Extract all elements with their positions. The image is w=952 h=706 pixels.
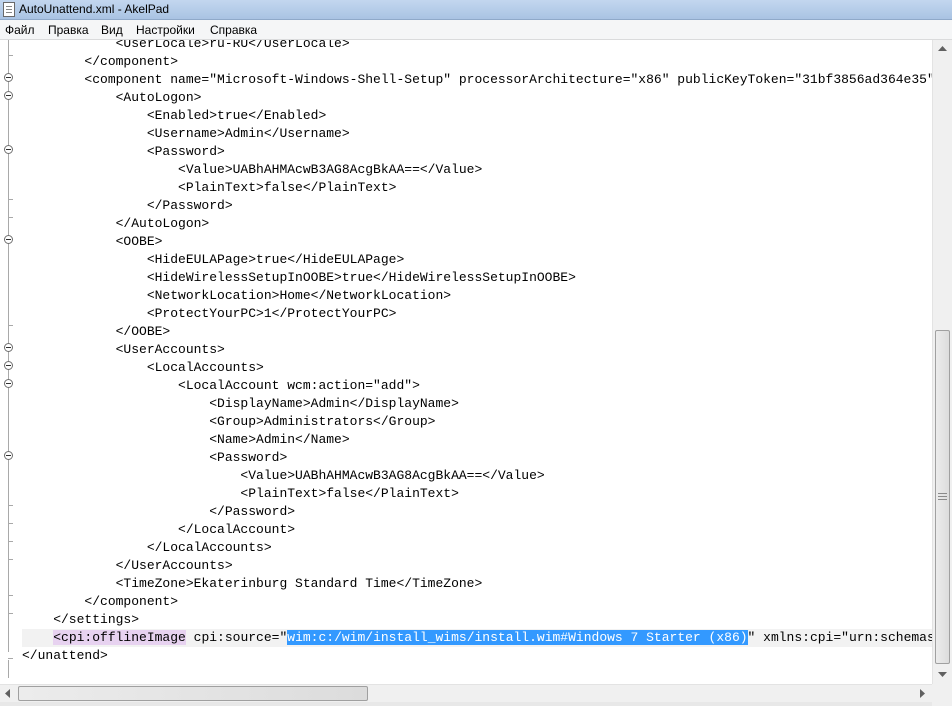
- code-line[interactable]: </OOBE>: [22, 323, 171, 341]
- code-line[interactable]: <ProtectYourPC>1</ProtectYourPC>: [22, 305, 397, 323]
- code-line[interactable]: <Name>Admin</Name>: [22, 431, 349, 449]
- fold-end-mark: [8, 541, 13, 542]
- code-line[interactable]: <DisplayName>Admin</DisplayName>: [22, 395, 459, 413]
- fold-toggle-icon[interactable]: [4, 235, 13, 244]
- code-line[interactable]: <Group>Administrators</Group>: [22, 413, 435, 431]
- highlighted-tag: <cpi:offlineImage: [53, 630, 186, 645]
- vertical-scrollbar[interactable]: [932, 40, 952, 684]
- selected-text: wim:c:/wim/install_wims/install.wim#Wind…: [287, 630, 748, 645]
- fold-toggle-icon[interactable]: [4, 91, 13, 100]
- code-line[interactable]: <LocalAccount wcm:action="add">: [22, 377, 420, 395]
- fold-margin: [0, 40, 20, 684]
- text-editor[interactable]: <UserLocale>ru-RU</UserLocale> </compone…: [0, 40, 932, 684]
- status-bar: [0, 702, 932, 706]
- menu-bar: Файл Правка Вид Настройки Справка: [0, 20, 952, 40]
- code-line[interactable]: </Password>: [22, 503, 295, 521]
- fold-end-mark: [8, 505, 13, 506]
- menu-edit[interactable]: Правка: [48, 23, 89, 37]
- code-line[interactable]: <PlainText>false</PlainText>: [22, 485, 458, 503]
- code-line[interactable]: <HideWirelessSetupInOOBE>true</HideWirel…: [22, 269, 576, 287]
- horizontal-scroll-thumb[interactable]: [18, 686, 368, 701]
- scroll-down-arrow-icon[interactable]: [938, 672, 947, 678]
- code-line[interactable]: <Password>: [22, 143, 225, 161]
- fold-end-mark: [8, 199, 13, 200]
- fold-toggle-icon[interactable]: [4, 451, 13, 460]
- code-line[interactable]: <Password>: [22, 449, 287, 467]
- scroll-up-arrow-icon[interactable]: [938, 46, 947, 52]
- fold-end-mark: [8, 559, 13, 560]
- vertical-scroll-thumb[interactable]: [935, 330, 950, 664]
- fold-toggle-icon[interactable]: [4, 361, 13, 370]
- code-line[interactable]: <TimeZone>Ekaterinburg Standard Time</Ti…: [22, 575, 483, 593]
- fold-toggle-icon[interactable]: [4, 73, 13, 82]
- fold-toggle-icon[interactable]: [4, 145, 13, 154]
- attribute-text: cpi:source=": [185, 630, 288, 645]
- akelpad-app-icon[interactable]: [3, 2, 15, 17]
- fold-end-mark: [8, 325, 13, 326]
- fold-end-mark: [8, 658, 13, 659]
- menu-view[interactable]: Вид: [101, 23, 123, 37]
- fold-end-mark: [8, 55, 13, 56]
- window-title: AutoUnattend.xml - AkelPad: [19, 2, 170, 16]
- fold-end-mark: [8, 613, 13, 614]
- menu-file[interactable]: Файл: [5, 23, 35, 37]
- code-line[interactable]: <Enabled>true</Enabled>: [22, 107, 326, 125]
- code-line[interactable]: <LocalAccounts>: [22, 359, 264, 377]
- code-line[interactable]: <HideEULAPage>true</HideEULAPage>: [22, 251, 404, 269]
- code-line[interactable]: </Password>: [22, 197, 233, 215]
- code-line[interactable]: <component name="Microsoft-Windows-Shell…: [22, 71, 932, 89]
- menu-settings[interactable]: Настройки: [136, 23, 195, 37]
- scrollbar-corner: [932, 684, 952, 706]
- thumb-grip: [938, 493, 947, 494]
- code-line[interactable]: </unattend>: [22, 647, 108, 665]
- code-line[interactable]: <OOBE>: [22, 233, 163, 251]
- code-line[interactable]: <UserAccounts>: [22, 341, 225, 359]
- fold-guide-line: [8, 660, 9, 678]
- fold-end-mark: [8, 217, 13, 218]
- code-line[interactable]: </LocalAccounts>: [22, 539, 272, 557]
- menu-help[interactable]: Справка: [210, 23, 257, 37]
- code-line[interactable]: </component>: [22, 593, 178, 611]
- attribute-text: " xmlns:cpi="urn:schemas-microsoft-com:c…: [747, 630, 932, 645]
- code-line[interactable]: </component>: [22, 53, 178, 71]
- code-line[interactable]: <AutoLogon>: [22, 89, 202, 107]
- current-code-line[interactable]: <cpi:offlineImage cpi:source="wim:c:/wim…: [22, 629, 932, 647]
- code-line[interactable]: <UserLocale>ru-RU</UserLocale>: [22, 40, 350, 53]
- horizontal-scrollbar[interactable]: [0, 684, 932, 702]
- code-line[interactable]: <Username>Admin</Username>: [22, 125, 350, 143]
- code-line[interactable]: </LocalAccount>: [22, 521, 295, 539]
- code-line[interactable]: <PlainText>false</PlainText>: [22, 179, 396, 197]
- scroll-right-arrow-icon[interactable]: [920, 689, 926, 698]
- thumb-grip: [938, 496, 947, 497]
- fold-toggle-icon[interactable]: [4, 379, 13, 388]
- fold-end-mark: [8, 595, 13, 596]
- code-line[interactable]: <Value>UABhAHMAcwB3AG8AcgBkAA==</Value>: [22, 467, 544, 485]
- fold-toggle-icon[interactable]: [4, 343, 13, 352]
- scroll-left-arrow-icon[interactable]: [5, 689, 11, 698]
- code-line[interactable]: </AutoLogon>: [22, 215, 210, 233]
- title-bar: AutoUnattend.xml - AkelPad: [0, 0, 952, 20]
- code-line[interactable]: </settings>: [22, 611, 139, 629]
- code-line[interactable]: </UserAccounts>: [22, 557, 233, 575]
- code-line[interactable]: <Value>UABhAHMAcwB3AG8AcgBkAA==</Value>: [22, 161, 482, 179]
- code-line[interactable]: <NetworkLocation>Home</NetworkLocation>: [22, 287, 451, 305]
- fold-end-mark: [8, 523, 13, 524]
- thumb-grip: [938, 499, 947, 500]
